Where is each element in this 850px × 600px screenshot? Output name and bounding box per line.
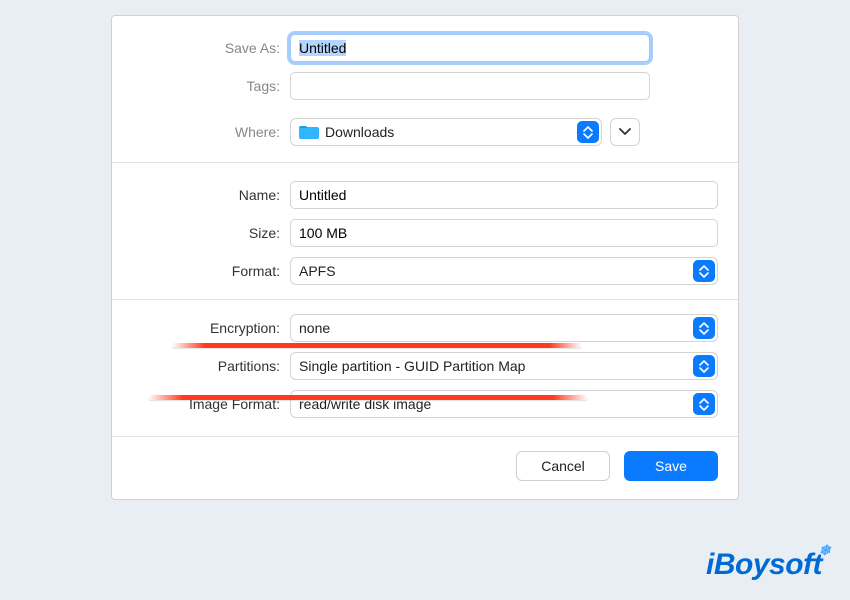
save-button[interactable]: Save	[624, 451, 718, 481]
updown-icon	[693, 393, 715, 415]
encryption-value: none	[299, 320, 330, 336]
button-bar: Cancel Save	[112, 436, 738, 499]
updown-icon	[577, 121, 599, 143]
brand-logo: iBoysoft ❄	[706, 548, 822, 582]
expand-button[interactable]	[610, 118, 640, 146]
encryption-label: Encryption:	[132, 320, 290, 336]
save-as-input[interactable]: Untitled	[290, 34, 650, 62]
tags-input[interactable]	[290, 72, 650, 100]
format-popup[interactable]: APFS	[290, 257, 718, 285]
name-input[interactable]: Untitled	[290, 181, 718, 209]
where-popup[interactable]: Downloads	[290, 118, 602, 146]
cancel-label: Cancel	[541, 458, 585, 474]
tags-label: Tags:	[132, 78, 290, 94]
save-label: Save	[655, 458, 687, 474]
partitions-popup[interactable]: Single partition - GUID Partition Map	[290, 352, 718, 380]
where-label: Where:	[132, 124, 290, 140]
updown-icon	[693, 317, 715, 339]
save-section: Save As: Untitled Tags: Where:	[112, 16, 738, 162]
size-label: Size:	[132, 225, 290, 241]
options-section: Name: Untitled Size: 100 MB Format: APFS	[112, 162, 738, 436]
format-label: Format:	[132, 263, 290, 279]
encryption-popup[interactable]: none	[290, 314, 718, 342]
where-value: Downloads	[325, 124, 394, 140]
partitions-label: Partitions:	[132, 358, 290, 374]
annotation-underline	[172, 343, 582, 348]
cancel-button[interactable]: Cancel	[516, 451, 610, 481]
updown-icon	[693, 260, 715, 282]
save-dialog: Save As: Untitled Tags: Where:	[111, 15, 739, 500]
format-value: APFS	[299, 263, 336, 279]
save-as-label: Save As:	[132, 40, 290, 56]
size-input[interactable]: 100 MB	[290, 219, 718, 247]
updown-icon	[693, 355, 715, 377]
name-label: Name:	[132, 187, 290, 203]
annotation-underline	[148, 395, 588, 400]
chevron-down-icon	[619, 128, 631, 136]
folder-icon	[299, 124, 319, 140]
partitions-value: Single partition - GUID Partition Map	[299, 358, 525, 374]
snowflake-icon: ❄	[819, 542, 830, 559]
